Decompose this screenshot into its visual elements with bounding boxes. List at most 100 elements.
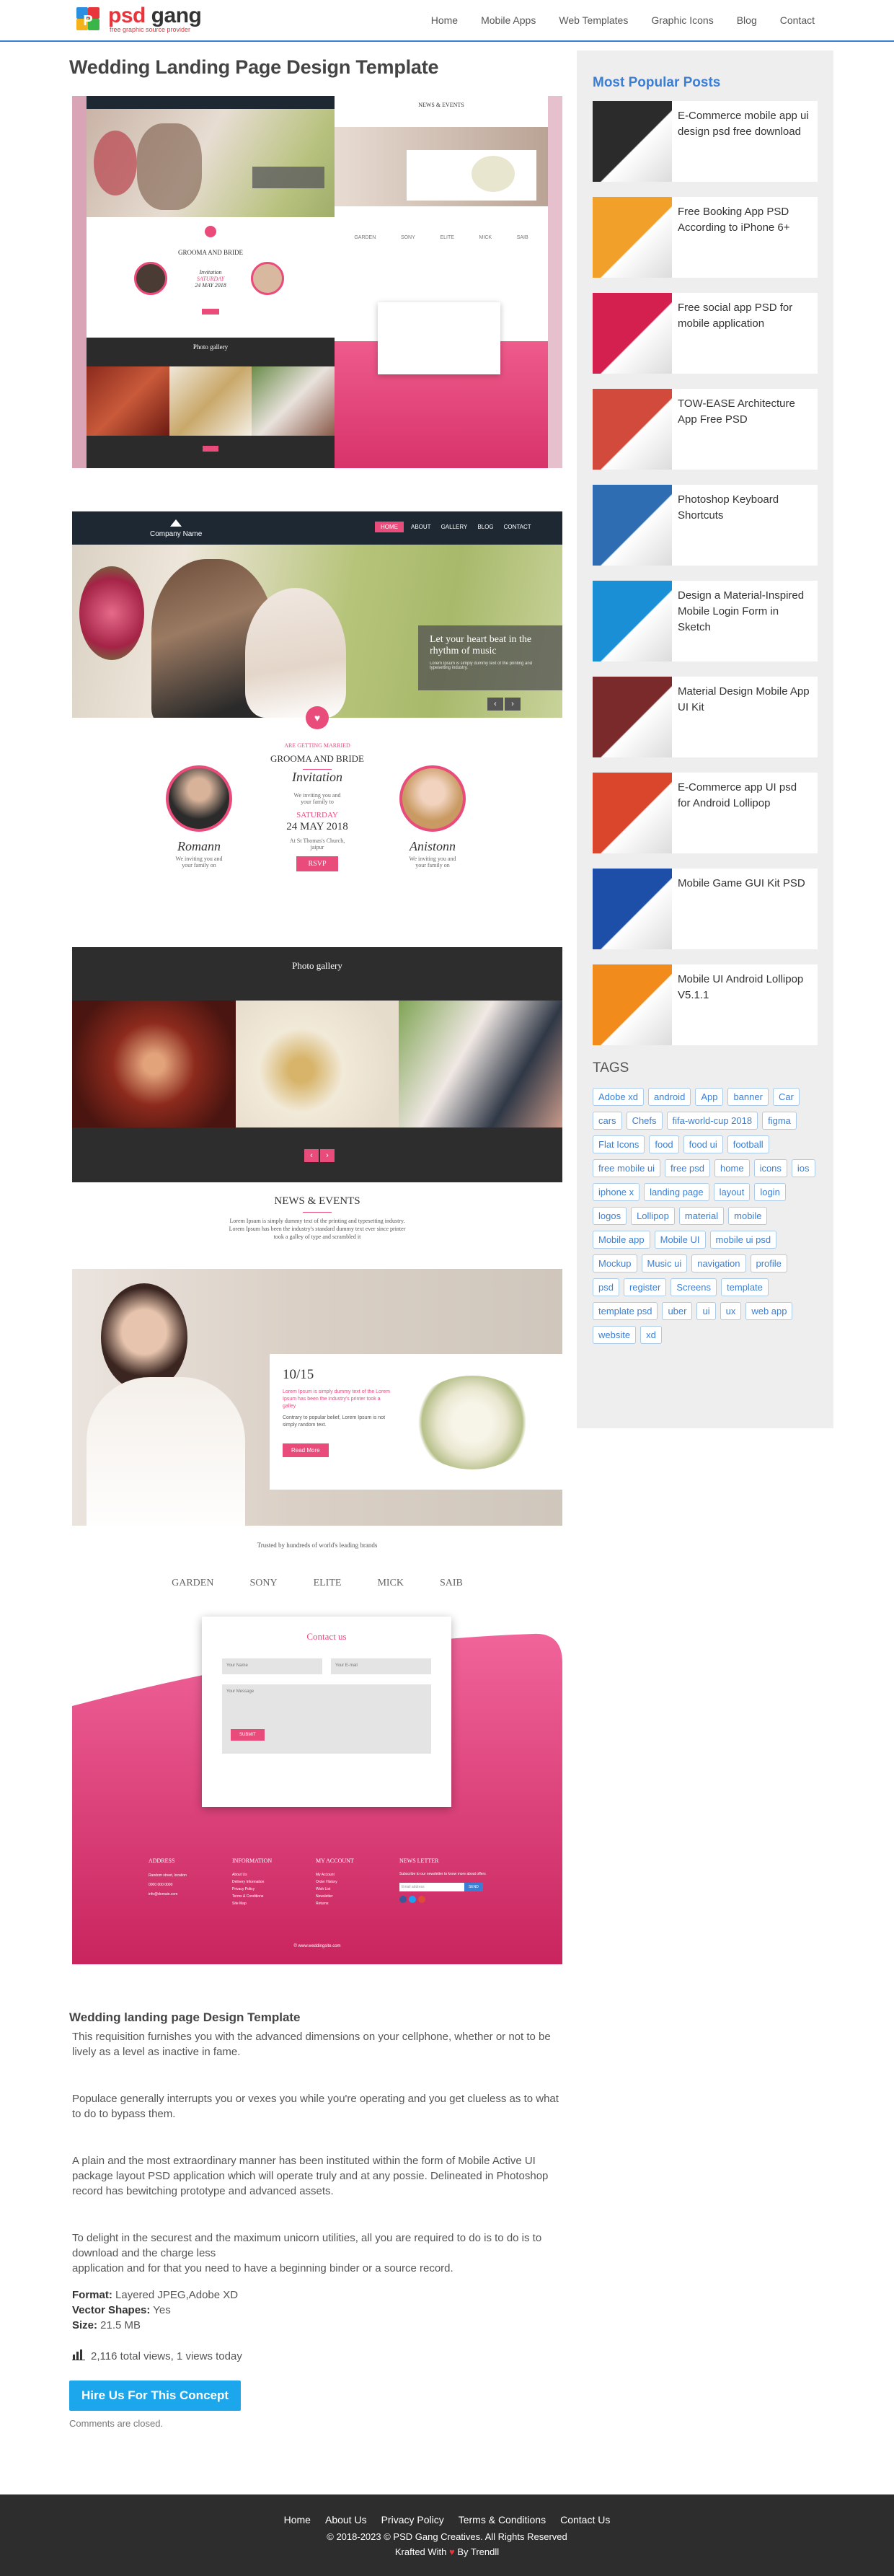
post-thumbnail[interactable] — [593, 101, 672, 182]
footer-link[interactable]: Terms & Conditions — [232, 1893, 301, 1900]
footer-link[interactable]: Returns — [316, 1900, 385, 1907]
gallery-photo-hands[interactable] — [72, 1001, 236, 1127]
popular-post-item[interactable]: Mobile UI Android Lollipop V5.1.1 — [593, 964, 818, 1045]
rsvp-button[interactable]: RSVP — [296, 856, 338, 871]
tag-link[interactable]: xd — [640, 1326, 662, 1344]
tag-link[interactable]: Flat Icons — [593, 1135, 645, 1153]
contact-email-field[interactable]: Your E-mail — [331, 1658, 431, 1674]
tag-link[interactable]: Adobe xd — [593, 1088, 644, 1106]
tag-link[interactable]: mobile — [728, 1207, 768, 1225]
tag-link[interactable]: Music ui — [641, 1254, 688, 1272]
hero-prev-arrow-icon[interactable]: ‹ — [487, 698, 503, 711]
tag-link[interactable]: login — [754, 1183, 786, 1201]
footer-link[interactable]: Site Map — [232, 1900, 301, 1907]
gallery-photo-couple[interactable] — [399, 1001, 563, 1127]
tag-link[interactable]: football — [727, 1135, 769, 1153]
tag-link[interactable]: ux — [720, 1302, 742, 1320]
read-more-button[interactable]: Read More — [283, 1443, 329, 1457]
popular-post-item[interactable]: E-Commerce mobile app ui design psd free… — [593, 101, 818, 182]
tag-link[interactable]: material — [678, 1207, 725, 1225]
popular-post-item[interactable]: Design a Material-Inspired Mobile Login … — [593, 581, 818, 661]
contact-message-field[interactable]: Your Message SUBMIT — [222, 1684, 431, 1754]
tag-link[interactable]: free mobile ui — [593, 1159, 661, 1177]
tag-link[interactable]: android — [647, 1088, 691, 1106]
footer-link-about[interactable]: About Us — [325, 2514, 367, 2526]
tag-link[interactable]: layout — [713, 1183, 751, 1201]
tag-link[interactable]: food — [649, 1135, 679, 1153]
hire-us-button[interactable]: Hire Us For This Concept — [69, 2381, 242, 2411]
footer-link[interactable]: Delivery Information — [232, 1878, 301, 1886]
footer-link[interactable]: About Us — [232, 1871, 301, 1878]
tag-link[interactable]: Mockup — [593, 1254, 637, 1272]
footer-link-privacy[interactable]: Privacy Policy — [381, 2514, 444, 2526]
post-thumbnail[interactable] — [593, 869, 672, 949]
popular-post-item[interactable]: Free social app PSD for mobile applicati… — [593, 293, 818, 374]
post-thumbnail[interactable] — [593, 581, 672, 661]
tag-link[interactable]: home — [714, 1159, 750, 1177]
mock-menu-about[interactable]: ABOUT — [408, 522, 434, 532]
tag-link[interactable]: web app — [745, 1302, 793, 1320]
footer-link-home[interactable]: Home — [284, 2514, 311, 2526]
post-title[interactable]: E-Commerce mobile app ui design psd free… — [672, 101, 818, 140]
mock-menu-home[interactable]: HOME — [375, 522, 404, 532]
footer-link-terms[interactable]: Terms & Conditions — [459, 2514, 546, 2526]
tag-link[interactable]: iphone x — [593, 1183, 640, 1201]
tag-link[interactable]: Lollipop — [631, 1207, 675, 1225]
tag-link[interactable]: Screens — [670, 1278, 717, 1296]
tag-link[interactable]: psd — [593, 1278, 619, 1296]
tag-link[interactable]: Chefs — [626, 1112, 663, 1130]
tag-link[interactable]: food ui — [683, 1135, 723, 1153]
newsletter-submit-button[interactable]: SEND — [464, 1883, 483, 1891]
tag-link[interactable]: fifa-world-cup 2018 — [666, 1112, 758, 1130]
tag-link[interactable]: profile — [750, 1254, 787, 1272]
post-thumbnail[interactable] — [593, 485, 672, 566]
tag-link[interactable]: mobile ui psd — [709, 1231, 777, 1249]
nav-graphic-icons[interactable]: Graphic Icons — [651, 14, 713, 26]
popular-post-item[interactable]: Photoshop Keyboard Shortcuts — [593, 485, 818, 566]
popular-post-item[interactable]: E-Commerce app UI psd for Android Lollip… — [593, 773, 818, 853]
contact-submit-button[interactable]: SUBMIT — [231, 1729, 265, 1741]
gallery-photo-rings[interactable] — [235, 1001, 399, 1127]
tag-link[interactable]: cars — [593, 1112, 622, 1130]
nav-contact[interactable]: Contact — [780, 14, 815, 26]
tag-link[interactable]: Car — [772, 1088, 800, 1106]
nav-blog[interactable]: Blog — [737, 14, 757, 26]
gallery-prev-arrow-icon[interactable]: ‹ — [304, 1149, 319, 1162]
facebook-icon[interactable] — [399, 1896, 407, 1903]
tag-link[interactable]: banner — [727, 1088, 769, 1106]
tag-link[interactable]: figma — [762, 1112, 797, 1130]
popular-post-item[interactable]: Mobile Game GUI Kit PSD — [593, 869, 818, 949]
contact-name-field[interactable]: Your Name — [222, 1658, 322, 1674]
post-title[interactable]: Material Design Mobile App UI Kit — [672, 677, 818, 716]
mock-menu-gallery[interactable]: GALLERY — [438, 522, 471, 532]
tag-link[interactable]: free psd — [665, 1159, 711, 1177]
site-logo[interactable]: P psd gang free graphic source provider — [72, 4, 202, 33]
popular-post-item[interactable]: TOW-EASE Architecture App Free PSD — [593, 389, 818, 470]
footer-link[interactable]: Newsletter — [316, 1893, 385, 1900]
tag-link[interactable]: Mobile UI — [654, 1231, 706, 1249]
post-title[interactable]: Free social app PSD for mobile applicati… — [672, 293, 818, 332]
gallery-next-arrow-icon[interactable]: › — [320, 1149, 335, 1162]
post-thumbnail[interactable] — [593, 677, 672, 757]
popular-post-item[interactable]: Free Booking App PSD According to iPhone… — [593, 197, 818, 278]
post-title[interactable]: Photoshop Keyboard Shortcuts — [672, 485, 818, 524]
post-thumbnail[interactable] — [593, 197, 672, 278]
footer-link[interactable]: Privacy Policy — [232, 1886, 301, 1893]
tag-link[interactable]: template psd — [593, 1302, 658, 1320]
twitter-icon[interactable] — [409, 1896, 416, 1903]
post-thumbnail[interactable] — [593, 389, 672, 470]
footer-link-contact[interactable]: Contact Us — [560, 2514, 610, 2526]
newsletter-email-input[interactable]: Email address — [399, 1883, 464, 1891]
tag-link[interactable]: template — [721, 1278, 769, 1296]
popular-post-item[interactable]: Material Design Mobile App UI Kit — [593, 677, 818, 757]
mock-menu-blog[interactable]: BLOG — [474, 522, 496, 532]
mock-menu-contact[interactable]: CONTACT — [501, 522, 534, 532]
tag-link[interactable]: navigation — [691, 1254, 746, 1272]
tag-link[interactable]: ios — [791, 1159, 815, 1177]
footer-link[interactable]: Wish List — [316, 1886, 385, 1893]
tag-link[interactable]: landing page — [644, 1183, 709, 1201]
nav-home[interactable]: Home — [431, 14, 458, 26]
post-title[interactable]: Free Booking App PSD According to iPhone… — [672, 197, 818, 236]
post-thumbnail[interactable] — [593, 773, 672, 853]
post-title[interactable]: TOW-EASE Architecture App Free PSD — [672, 389, 818, 428]
